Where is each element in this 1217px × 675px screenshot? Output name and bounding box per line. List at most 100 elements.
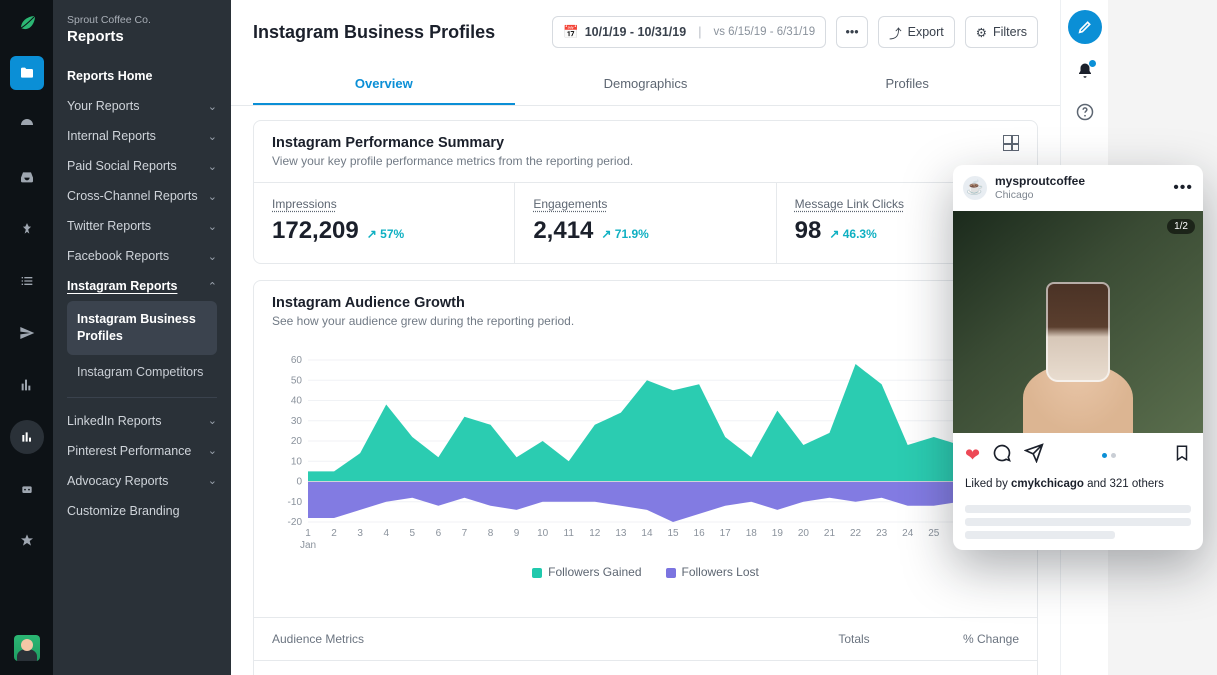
nav-twitter-reports[interactable]: Twitter Reports⌄ (53, 211, 231, 241)
chart-icon[interactable] (10, 368, 44, 402)
nav-paid-social-reports[interactable]: Paid Social Reports⌄ (53, 151, 231, 181)
chevron-down-icon: ⌄ (208, 190, 217, 203)
caption-placeholder (965, 505, 1191, 513)
nav-pinterest-performance[interactable]: Pinterest Performance⌄ (53, 436, 231, 466)
chevron-up-icon: ⌃ (208, 280, 217, 293)
svg-text:23: 23 (876, 528, 888, 539)
chevron-down-icon: ⌄ (208, 474, 217, 487)
svg-text:4: 4 (383, 528, 389, 539)
svg-text:50: 50 (291, 375, 303, 386)
divider: | (698, 25, 701, 39)
svg-text:6: 6 (436, 528, 442, 539)
sliders-icon: ⚙ (976, 25, 987, 40)
star-icon[interactable] (10, 524, 44, 558)
chart-legend: Followers Gained Followers Lost (272, 555, 1019, 585)
svg-text:17: 17 (720, 528, 732, 539)
bot-icon[interactable] (10, 472, 44, 506)
th-metric: Audience Metrics (272, 632, 799, 646)
nav-label: Customize Branding (67, 504, 180, 518)
chevron-down-icon: ⌄ (208, 414, 217, 427)
ig-bookmark-icon[interactable] (1173, 444, 1191, 467)
nav-linkedin-reports[interactable]: LinkedIn Reports ⌄ (53, 406, 231, 436)
chevron-down-icon: ⌄ (208, 444, 217, 457)
table-view-icon[interactable] (1003, 135, 1019, 151)
summary-title: Instagram Performance Summary (272, 135, 633, 151)
growth-card: Instagram Audience Growth See how your a… (253, 280, 1038, 675)
svg-text:25: 25 (928, 528, 940, 539)
filters-button[interactable]: ⚙Filters (965, 16, 1038, 48)
metric-impressions: Impressions 172,20957% (254, 183, 515, 263)
export-button[interactable]: ⤴Export (878, 16, 955, 48)
svg-text:0: 0 (296, 477, 302, 488)
user-avatar[interactable] (14, 635, 40, 661)
svg-text:7: 7 (462, 528, 468, 539)
metric-pct: 71.9% (601, 227, 648, 241)
nav-facebook-reports[interactable]: Facebook Reports⌄ (53, 241, 231, 271)
divider (67, 397, 217, 398)
nav-label: Advocacy Reports (67, 474, 168, 488)
nav-customize-branding[interactable]: Customize Branding (53, 496, 231, 526)
list-icon[interactable] (10, 264, 44, 298)
nav-your-reports[interactable]: Your Reports⌄ (53, 91, 231, 121)
section-title: Reports (67, 28, 217, 45)
nav-reports-home[interactable]: Reports Home (53, 61, 231, 91)
svg-text:24: 24 (902, 528, 914, 539)
svg-text:-10: -10 (288, 497, 303, 508)
tab-overview[interactable]: Overview (253, 64, 515, 105)
ig-share-icon[interactable] (1024, 443, 1044, 468)
nav-label: Reports Home (67, 69, 152, 83)
nav-internal-reports[interactable]: Internal Reports⌄ (53, 121, 231, 151)
tab-demographics[interactable]: Demographics (515, 64, 777, 105)
metrics-table-head: Audience Metrics Totals % Change (254, 617, 1037, 661)
chevron-down-icon: ⌄ (208, 250, 217, 263)
overflow-button[interactable]: ••• (836, 16, 868, 48)
compose-button[interactable] (1068, 10, 1102, 44)
ig-more-icon[interactable]: ••• (1173, 179, 1193, 197)
date-range-text: 10/1/19 - 10/31/19 (585, 25, 686, 39)
chevron-down-icon: ⌄ (208, 100, 217, 113)
ig-image: 1/2 (953, 211, 1203, 433)
legend-label: Followers Lost (682, 565, 759, 579)
svg-text:22: 22 (850, 528, 862, 539)
metric-value: 2,414 (533, 217, 593, 245)
export-label: Export (908, 25, 944, 39)
analytics-icon[interactable] (10, 420, 44, 454)
svg-text:2: 2 (331, 528, 337, 539)
folder-icon[interactable] (10, 56, 44, 90)
ig-like-icon[interactable]: ❤ (965, 445, 980, 466)
subnav-instagram-business-profiles[interactable]: Instagram Business Profiles (67, 301, 217, 355)
instagram-post-preview: ☕ mysproutcoffee Chicago ••• 1/2 ❤ Liked… (953, 165, 1203, 550)
help-icon[interactable] (1076, 103, 1094, 126)
inbox-icon[interactable] (10, 160, 44, 194)
metric-value: 172,209 (272, 217, 359, 245)
nav-label: Cross-Channel Reports (67, 189, 198, 203)
ig-username: mysproutcoffee (995, 175, 1165, 189)
nav-instagram-reports[interactable]: Instagram Reports⌃ (53, 271, 231, 301)
growth-subtitle: See how your audience grew during the re… (272, 314, 574, 328)
nav-cross-channel-reports[interactable]: Cross-Channel Reports ⌄ (53, 181, 231, 211)
metric-value: 98 (795, 217, 822, 245)
th-change: % Change (909, 632, 1019, 646)
metric-label: Impressions (272, 197, 496, 211)
notifications-icon[interactable] (1076, 62, 1094, 85)
nav-label: LinkedIn Reports (67, 414, 162, 428)
pin-icon[interactable] (10, 212, 44, 246)
send-icon[interactable] (10, 316, 44, 350)
swatch-icon (532, 568, 542, 578)
svg-text:9: 9 (514, 528, 520, 539)
more-icon: ••• (846, 25, 859, 39)
svg-text:10: 10 (537, 528, 549, 539)
compare-text: vs 6/15/19 - 6/31/19 (713, 26, 815, 38)
dashboard-icon[interactable] (10, 108, 44, 142)
caption-placeholder (965, 518, 1191, 526)
ig-comment-icon[interactable] (992, 443, 1012, 468)
svg-text:19: 19 (772, 528, 784, 539)
tabs: Overview Demographics Profiles (231, 64, 1060, 106)
subnav-instagram-competitors[interactable]: Instagram Competitors (67, 355, 217, 389)
svg-text:30: 30 (291, 416, 303, 427)
brand-block: Sprout Coffee Co. Reports (53, 0, 231, 55)
brand-logo-icon (13, 10, 41, 38)
date-range-picker[interactable]: 📅 10/1/19 - 10/31/19 | vs 6/15/19 - 6/31… (552, 16, 826, 48)
tab-profiles[interactable]: Profiles (776, 64, 1038, 105)
nav-advocacy-reports[interactable]: Advocacy Reports ⌄ (53, 466, 231, 496)
